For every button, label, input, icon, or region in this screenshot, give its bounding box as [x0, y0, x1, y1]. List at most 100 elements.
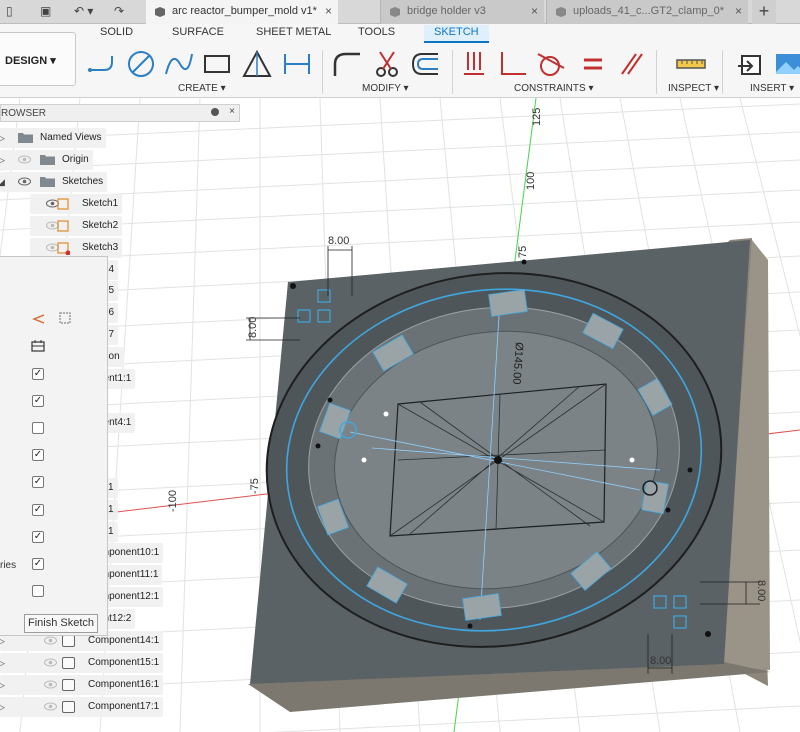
tab-surface[interactable]: SURFACE — [172, 26, 224, 38]
circle-tool-button[interactable] — [124, 48, 158, 80]
expand-toggle-icon[interactable]: ▷ — [0, 658, 5, 669]
expand-toggle-icon[interactable]: ▷ — [0, 155, 5, 166]
tab-sheet-metal[interactable]: SHEET METAL — [256, 26, 331, 38]
offset-tool-button[interactable] — [408, 48, 442, 80]
palette-checkbox[interactable]: ✓ — [32, 449, 44, 461]
palette-checkbox[interactable]: ✓ — [32, 504, 44, 516]
browser-tree-item[interactable]: Sketch2 — [30, 216, 123, 236]
palette-checkbox[interactable]: ✓ — [32, 558, 44, 570]
tab-sketch[interactable]: SKETCH — [424, 25, 489, 43]
inspect-group-label[interactable]: INSPECT ▾ — [668, 83, 719, 94]
sketch-icon — [57, 220, 69, 232]
new-tab-button[interactable]: + — [752, 0, 776, 24]
sketch-icon — [57, 242, 70, 255]
palette-checkbox[interactable]: ✓ — [32, 368, 44, 380]
palette-checkbox[interactable]: ✓ — [32, 395, 44, 407]
tree-item-label: Component14:1 — [88, 635, 160, 646]
fillet-tool-button[interactable] — [330, 48, 364, 80]
undo-icon[interactable]: ↶ ▾ — [74, 4, 93, 18]
dimension-label[interactable]: 8.00 — [650, 655, 671, 667]
browser-panel-header[interactable]: ROWSER × — [0, 104, 240, 122]
file-icon[interactable]: ▯ — [6, 4, 13, 18]
palette-checkbox[interactable] — [32, 422, 44, 434]
tab-arc-reactor[interactable]: arc reactor_bumper_mold v1* × — [146, 0, 338, 24]
redo-icon[interactable]: ↷ — [114, 4, 124, 18]
measure-icon — [676, 59, 706, 69]
workspace-switcher[interactable]: DESIGN ▾ — [0, 32, 76, 86]
close-icon[interactable]: × — [325, 4, 332, 18]
perpendicular-constraint-button[interactable] — [496, 48, 530, 80]
expand-toggle-icon[interactable]: ▷ — [0, 133, 5, 144]
separator — [722, 50, 723, 94]
look-at-icon[interactable] — [30, 313, 46, 325]
tab-label: uploads_41_c...GT2_clamp_0* — [573, 5, 725, 17]
dimension-label[interactable]: 8.00 — [328, 235, 349, 247]
browser-tree-item[interactable]: ◢ Sketches — [0, 172, 108, 192]
tree-item-label: Sketches — [62, 176, 104, 187]
separator — [322, 50, 323, 94]
tree-item-label: Named Views — [40, 132, 102, 143]
dimension-label[interactable]: 8.00 — [755, 580, 767, 601]
folder-icon — [18, 133, 33, 143]
modify-group-label[interactable]: MODIFY ▾ — [362, 83, 409, 94]
sketch-grid-icon[interactable] — [30, 339, 46, 353]
finish-sketch-button[interactable]: Finish Sketch — [24, 614, 98, 633]
visibility-eye-icon[interactable] — [44, 680, 57, 689]
browser-tree-item[interactable]: Sketch3 — [30, 238, 123, 258]
browser-tree-item[interactable]: ▷ Component17:1 — [0, 697, 164, 717]
insert-icon — [738, 55, 761, 75]
palette-checkbox[interactable]: ✓ — [32, 531, 44, 543]
visibility-eye-icon[interactable] — [44, 636, 57, 645]
dimension-label[interactable]: 8.00 — [247, 317, 259, 338]
visibility-eye-icon[interactable] — [44, 702, 57, 711]
browser-tree-item[interactable]: ▷ Component16:1 — [0, 675, 164, 695]
insert-derive-button[interactable] — [734, 48, 768, 80]
trim-tool-button[interactable] — [370, 48, 404, 80]
browser-tree-item[interactable]: Sketch1 — [30, 194, 123, 214]
expand-toggle-icon[interactable]: ▷ — [0, 680, 5, 691]
line-tool-button[interactable] — [86, 48, 120, 80]
equal-constraint-button[interactable] — [576, 48, 610, 80]
polygon-tool-button[interactable] — [240, 48, 274, 80]
tangent-constraint-button[interactable] — [534, 48, 568, 80]
palette-checkbox[interactable] — [32, 585, 44, 597]
dimension-tool-button[interactable] — [280, 48, 314, 80]
fix-constraint-button[interactable] — [458, 48, 492, 80]
tree-item-label: Origin — [62, 154, 89, 165]
tab-solid[interactable]: SOLID — [100, 26, 133, 38]
constraints-group-label[interactable]: CONSTRAINTS ▾ — [514, 83, 593, 94]
circle-icon — [128, 51, 154, 77]
pin-icon[interactable] — [211, 108, 219, 116]
visibility-eye-icon[interactable] — [18, 177, 31, 186]
close-icon[interactable]: × — [531, 4, 538, 18]
browser-tree-item[interactable]: ▷ Origin — [0, 150, 93, 170]
visibility-eye-icon[interactable] — [18, 155, 31, 164]
document-tab-bar: ▯ ▣ ↶ ▾ ↷ arc reactor_bumper_mold v1* × … — [0, 0, 800, 24]
axis-label-125: 125 — [531, 108, 543, 126]
tab-bridge-holder[interactable]: bridge holder v3 × — [380, 0, 544, 24]
expand-toggle-icon[interactable]: ▷ — [0, 702, 5, 713]
save-icon[interactable]: ▣ — [40, 4, 51, 18]
visibility-eye-icon[interactable] — [44, 658, 57, 667]
rectangle-tool-button[interactable] — [200, 48, 234, 80]
tab-label: bridge holder v3 — [407, 5, 486, 17]
browser-tree-item[interactable]: ▷ Component15:1 — [0, 653, 164, 673]
create-group-label[interactable]: CREATE ▾ — [178, 83, 226, 94]
component-icon — [62, 635, 75, 647]
close-icon[interactable]: × — [229, 106, 235, 117]
expand-toggle-icon[interactable]: ▷ — [0, 636, 5, 647]
expand-toggle-icon[interactable]: ◢ — [0, 177, 5, 188]
parallel-constraint-button[interactable] — [614, 48, 648, 80]
spline-tool-button[interactable] — [162, 48, 196, 80]
palette-checkbox[interactable]: ✓ — [32, 476, 44, 488]
insert-group-label[interactable]: INSERT ▾ — [750, 83, 794, 94]
close-icon[interactable]: × — [735, 4, 742, 18]
browser-tree-item[interactable]: ▷ Named Views — [0, 128, 106, 148]
tab-tools[interactable]: TOOLS — [358, 26, 395, 38]
slice-icon[interactable] — [58, 311, 72, 325]
tree-item-label: Sketch2 — [82, 220, 119, 231]
insert-image-button[interactable] — [772, 48, 800, 80]
tab-gt2-clamp[interactable]: uploads_41_c...GT2_clamp_0* × — [546, 0, 748, 24]
measure-tool-button[interactable] — [674, 48, 708, 80]
folder-icon — [40, 155, 55, 165]
